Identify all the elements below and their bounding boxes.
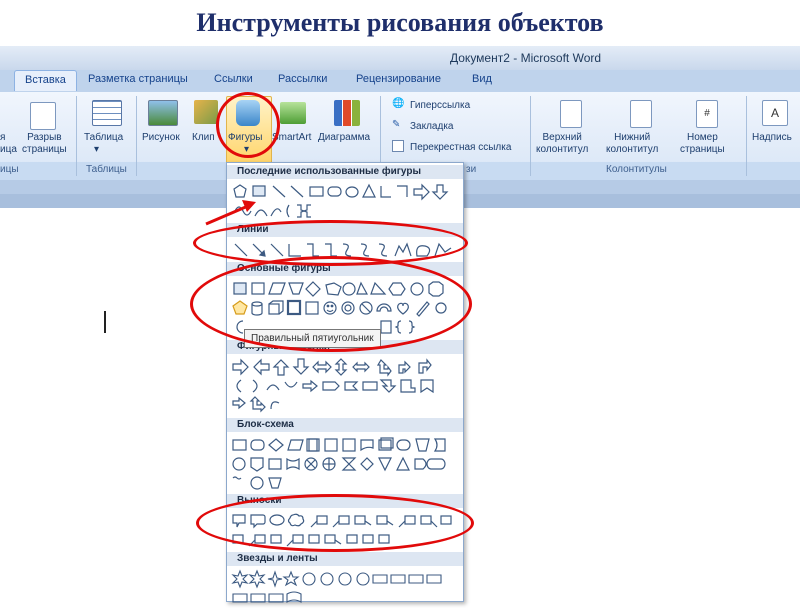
separator — [136, 96, 137, 176]
shape-row[interactable] — [231, 395, 459, 415]
group-headers-footers-label: Колонтитулы — [606, 164, 667, 175]
text-box-icon: A — [762, 100, 788, 126]
section-recent-shapes: Последние использованные фигуры — [227, 165, 463, 179]
annotation-arrow-icon — [205, 200, 256, 226]
tab-insert[interactable]: Вставка — [14, 70, 77, 91]
bookmark-icon: ✎ — [392, 119, 401, 130]
page-break-icon — [30, 102, 56, 130]
ribbon-tabs: Вставка Разметка страницы Ссылки Рассылк… — [0, 70, 800, 92]
chart-icon — [334, 100, 360, 126]
annotation-ring-basic-shapes — [190, 256, 472, 352]
shape-row[interactable] — [231, 454, 459, 474]
table-icon — [92, 100, 122, 126]
separator — [530, 96, 531, 176]
footer-icon — [630, 100, 652, 128]
header-button[interactable]: Верхний колонтитул — [536, 132, 588, 156]
window-title: Документ2 - Microsoft Word — [450, 51, 602, 65]
separator — [76, 96, 77, 176]
separator — [746, 96, 747, 176]
page-number-button[interactable]: Номер страницы — [680, 132, 725, 156]
text-cursor — [104, 311, 106, 333]
header-icon — [560, 100, 582, 128]
smartart-icon — [280, 102, 306, 124]
group-pages-label: ицы — [0, 164, 19, 175]
tab-review[interactable]: Рецензирование — [356, 73, 441, 85]
footer-button[interactable]: Нижний колонтитул — [606, 132, 658, 156]
shape-row[interactable] — [231, 357, 459, 377]
section-label: Блок-схема — [237, 419, 294, 430]
hyperlink-button[interactable]: Гиперссылка — [410, 100, 470, 111]
crossref-button[interactable]: Перекрестная ссылка — [410, 142, 511, 153]
hyperlink-icon: 🌐 — [392, 98, 405, 109]
shape-row[interactable] — [231, 588, 459, 608]
crossref-icon — [392, 140, 404, 152]
section-flowchart: Блок-схема — [227, 418, 463, 432]
section-label: Звезды и ленты — [237, 553, 318, 564]
tab-references[interactable]: Ссылки — [214, 73, 253, 85]
tab-page-layout[interactable]: Разметка страницы — [88, 73, 188, 85]
text-box-button[interactable]: Надпись — [752, 132, 792, 144]
tab-view[interactable]: Вид — [472, 73, 492, 85]
chart-button[interactable]: Диаграмма — [318, 132, 370, 144]
annotation-ring-callouts — [196, 494, 474, 552]
page-break-button[interactable]: Разрыв страницы — [22, 132, 67, 156]
clip-art-icon — [194, 100, 218, 124]
picture-icon — [148, 100, 178, 126]
shape-row[interactable] — [231, 473, 459, 493]
tab-mailings[interactable]: Рассылки — [278, 73, 327, 85]
table-button[interactable]: Таблица — [84, 132, 123, 144]
title-bar: Документ2 - Microsoft Word — [0, 46, 800, 71]
shape-row[interactable] — [231, 435, 459, 455]
annotation-ring-shapes-button — [216, 92, 280, 158]
slide-title: Инструменты рисования объектов — [196, 8, 604, 37]
section-stars-banners: Звезды и ленты — [227, 552, 463, 566]
page-number-icon: # — [696, 100, 718, 128]
shape-row[interactable] — [231, 569, 459, 589]
bookmark-button[interactable]: Закладка — [410, 121, 453, 132]
picture-button[interactable]: Рисунок — [142, 132, 180, 144]
section-label: Последние использованные фигуры — [237, 166, 421, 177]
group-links-label: зи — [466, 164, 477, 175]
shape-row[interactable] — [231, 376, 459, 396]
table-dropdown-arrow[interactable]: ▾ — [94, 144, 99, 156]
clip-art-button[interactable]: Клип — [192, 132, 215, 144]
pages-button-cut[interactable]: я ица — [0, 132, 17, 156]
group-tables-label: Таблицы — [86, 164, 127, 175]
